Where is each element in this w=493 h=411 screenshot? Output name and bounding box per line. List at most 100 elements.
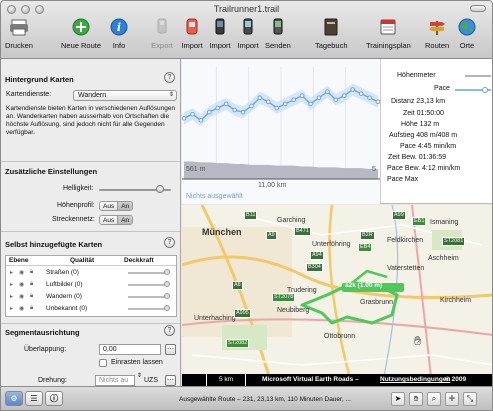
- places-button[interactable]: Orte: [456, 16, 478, 50]
- height-profile-toggle[interactable]: Aus An: [99, 201, 134, 211]
- visibility-icon[interactable]: ◉: [19, 305, 24, 312]
- map-label-ismaning: Ismaning: [430, 219, 459, 226]
- rotation-input[interactable]: Nichts au: [95, 375, 135, 386]
- zoom-tool[interactable]: ⌕: [427, 392, 441, 406]
- import-label-1: Import: [181, 41, 203, 50]
- table-header: Ebene Qualität Deckkraft: [6, 256, 176, 266]
- import-button-1[interactable]: Import: [181, 16, 203, 50]
- opacity-slider[interactable]: [128, 296, 168, 298]
- hand-tool[interactable]: ✋︎: [409, 392, 423, 406]
- help-button-background[interactable]: ?: [164, 72, 175, 83]
- app-window: Trailrunner1.trail Drucken Neue Route i …: [0, 0, 493, 411]
- table-row[interactable]: ▸ ◉ 🔒︎ Luftbilder (0): [6, 280, 176, 290]
- import-button-3[interactable]: Import: [237, 16, 259, 50]
- visibility-icon[interactable]: ◉: [19, 281, 24, 288]
- overlap-input[interactable]: 0,00: [99, 344, 161, 355]
- selection-note: Nichts ausgewählt: [186, 193, 243, 200]
- expand-icon[interactable]: ▸: [10, 293, 13, 300]
- visibility-icon[interactable]: ◉: [19, 269, 24, 276]
- info-button[interactable]: i Info: [108, 16, 130, 50]
- stat-moving-time: Zeit Bew. 01:36:59: [388, 154, 446, 161]
- segment-alignment-title: Segmentausrichtung: [5, 328, 80, 337]
- custom-maps-title: Selbst hinzugefügte Karten: [5, 240, 103, 249]
- lock-icon[interactable]: 🔒︎: [30, 305, 33, 312]
- info-panel-button[interactable]: ⓘ: [45, 391, 63, 406]
- opacity-slider[interactable]: [128, 284, 168, 286]
- table-row[interactable]: ▸ ◉ 🔒︎ Unbekannt (0): [6, 304, 176, 314]
- diary-button[interactable]: Tagebuch: [315, 16, 348, 50]
- brightness-slider-knob[interactable]: [156, 185, 165, 193]
- map-service-select[interactable]: Wandern ⇕: [73, 90, 177, 101]
- road-tag: ST2082: [226, 339, 250, 348]
- rotation-picker-button[interactable]: ⋯: [165, 375, 176, 386]
- import-button-2[interactable]: Import: [209, 16, 231, 50]
- pointer-tool[interactable]: ➤: [391, 392, 405, 406]
- road-tag: ST2078: [272, 293, 296, 302]
- training-plan-button[interactable]: Trainingsplan: [366, 16, 411, 50]
- road-tag: B2R: [360, 231, 375, 240]
- toolbar-toggle-button[interactable]: [470, 5, 486, 12]
- map-scale: 5 km: [206, 374, 246, 386]
- terms-link[interactable]: Nutzungsbedingungen: [380, 376, 450, 383]
- expand-icon[interactable]: ▸: [10, 305, 13, 312]
- routes-button[interactable]: Routen: [425, 16, 449, 50]
- pace-point: [358, 91, 364, 96]
- help-button-layers[interactable]: ?: [164, 237, 175, 248]
- height-profile-on[interactable]: An: [117, 202, 133, 210]
- pace-point: [291, 97, 296, 103]
- rotation-stepper[interactable]: ⇕: [137, 372, 142, 379]
- layer-name: Unbekannt (0): [46, 305, 88, 312]
- print-button[interactable]: Drucken: [5, 16, 33, 50]
- opacity-slider[interactable]: [128, 272, 168, 274]
- measure-tool[interactable]: ⤡: [463, 392, 477, 406]
- road-tag: A9: [266, 231, 277, 240]
- map-label-aschheim: Aschheim: [428, 255, 459, 262]
- opacity-slider-knob[interactable]: [164, 293, 170, 299]
- magnifier-icon: ⌕: [431, 394, 437, 403]
- lock-icon[interactable]: 🔒︎: [30, 281, 33, 288]
- pace-point: [350, 87, 355, 92]
- expand-icon[interactable]: ▸: [10, 269, 13, 276]
- legend-pace-swatch: [455, 87, 491, 93]
- opacity-slider-knob[interactable]: [164, 305, 170, 311]
- overlap-picker-button[interactable]: ⋯: [165, 344, 176, 355]
- expand-icon[interactable]: ▸: [10, 281, 13, 288]
- import-label-2: Import: [209, 41, 231, 50]
- visibility-icon[interactable]: ◉: [19, 293, 24, 300]
- opacity-slider-knob[interactable]: [164, 269, 170, 275]
- road-tag: B471: [294, 227, 311, 236]
- road-tag: A99: [392, 211, 406, 220]
- map-copyright: Microsoft Virtual Earth Roads –: [262, 376, 359, 383]
- diary-icon: [320, 16, 342, 38]
- elevation-pace-chart[interactable]: 561 m 11,00 km 5 Nichts ausgewählt: [181, 59, 381, 204]
- lock-icon[interactable]: 🔒︎: [30, 269, 33, 276]
- map-settings-button[interactable]: ⚙: [5, 391, 23, 406]
- route-net-off[interactable]: Aus: [100, 216, 118, 224]
- list-icon: ☰: [30, 394, 38, 403]
- help-button-segment[interactable]: ?: [164, 325, 175, 336]
- import-device-icon: [237, 16, 259, 38]
- lock-icon[interactable]: 🔒︎: [30, 293, 33, 300]
- calendar-icon: [377, 16, 399, 38]
- title-bar: Trailrunner1.trail Drucken Neue Route i …: [1, 1, 492, 59]
- pan-hand-icon[interactable]: ✋︎: [414, 333, 421, 349]
- new-route-button[interactable]: Neue Route: [61, 16, 101, 50]
- list-view-button[interactable]: ☰: [25, 391, 43, 406]
- pace-point: [249, 103, 254, 109]
- snap-checkbox[interactable]: [99, 359, 107, 367]
- import-device-icon: [181, 16, 203, 38]
- export-button[interactable]: Export: [151, 16, 173, 50]
- send-button[interactable]: Senden: [265, 16, 291, 50]
- crosshair-tool[interactable]: ✛: [445, 392, 459, 406]
- table-row[interactable]: ▸ ◉ 🔒︎ Straßen (0): [6, 268, 176, 278]
- opacity-slider[interactable]: [128, 308, 168, 310]
- opacity-slider-knob[interactable]: [164, 281, 170, 287]
- divider: [1, 323, 180, 324]
- table-row[interactable]: ▸ ◉ 🔒︎ Wandern (0): [6, 292, 176, 302]
- route-map[interactable]: München Unterhaching Garching Ismaning U…: [182, 205, 492, 386]
- layer-name: Wandern (0): [46, 293, 82, 300]
- info-label: Info: [112, 41, 126, 50]
- route-net-on[interactable]: An: [117, 216, 133, 224]
- route-net-toggle[interactable]: Aus An: [99, 215, 134, 225]
- height-profile-off[interactable]: Aus: [100, 202, 118, 210]
